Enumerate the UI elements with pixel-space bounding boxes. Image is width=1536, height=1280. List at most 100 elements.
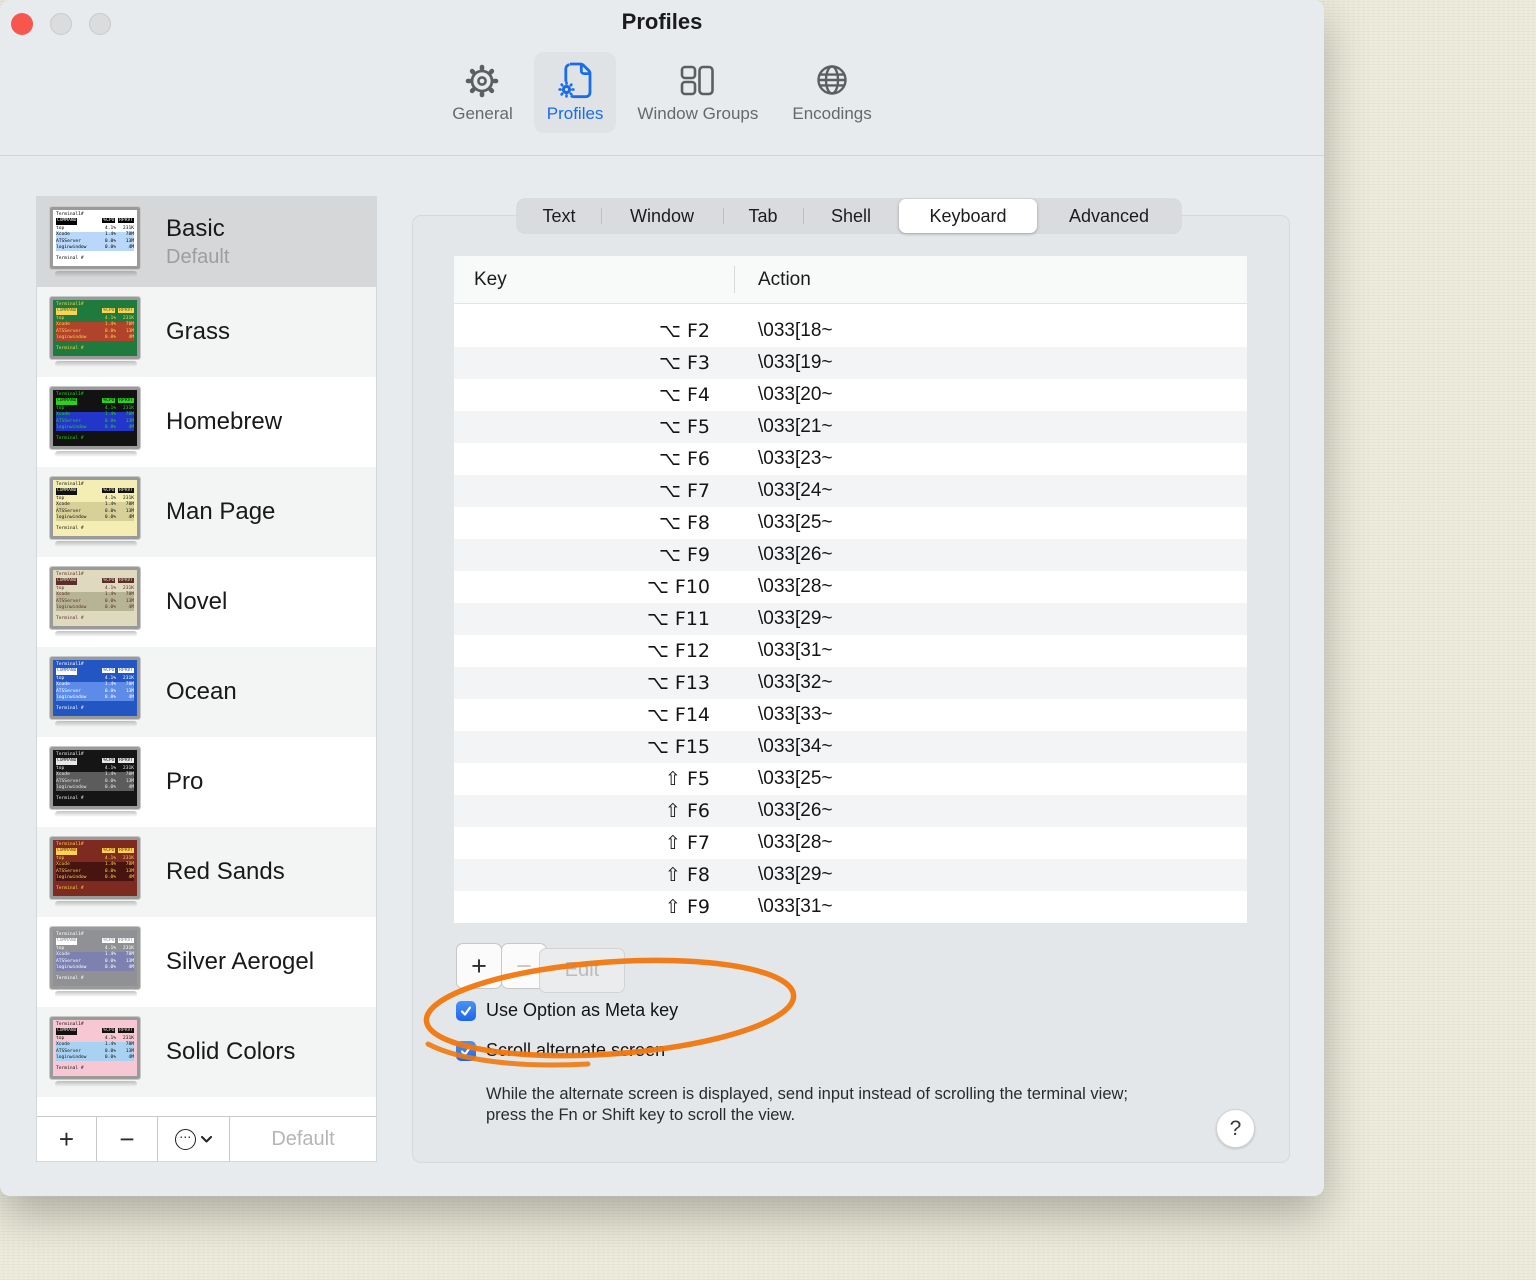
profile-thumbnail: Terminal1# COMMAND %CPU RPRVT top 4.1% 231K Xc…	[49, 296, 142, 367]
column-header-key[interactable]: Key	[454, 269, 507, 291]
toolbar-item-window-groups[interactable]: Window Groups	[624, 52, 771, 133]
action-cell: \033[18~	[758, 320, 833, 341]
profile-list-item[interactable]: Terminal1# COMMAND %CPU RPRVT top 4.1% 231K Xc…	[37, 917, 376, 1007]
action-cell: \033[31~	[758, 896, 833, 917]
table-row[interactable]: ⇧ F8 \033[29~	[454, 859, 1247, 891]
profiles-sidebar: Terminal1# COMMAND %CPU RPRVT top 4.1% 231K Xc…	[36, 196, 377, 1162]
column-divider[interactable]	[734, 266, 735, 293]
tab-window[interactable]: Window	[601, 199, 723, 233]
thumb-footer-text: Terminal #	[56, 346, 84, 352]
profile-list-item[interactable]: Terminal1# COMMAND %CPU RPRVT top 4.1% 231K Xc…	[37, 827, 376, 917]
tab-tab[interactable]: Tab	[723, 199, 803, 233]
thumb-header-chips: %CPU RPRVT	[102, 668, 134, 674]
table-header: Key Action	[454, 256, 1247, 304]
profile-list-item[interactable]: Terminal1# COMMAND %CPU RPRVT top 4.1% 231K Xc…	[37, 647, 376, 737]
table-row[interactable]: ⇧ F7 \033[28~	[454, 827, 1247, 859]
tab-shell[interactable]: Shell	[803, 199, 899, 233]
table-row[interactable]: ⌥ F4 \033[20~	[454, 379, 1247, 411]
thumb-process-row: loginwindow 0.0% 4M	[56, 695, 134, 702]
profile-list-item[interactable]: Terminal1# COMMAND %CPU RPRVT top 4.1% 231K Xc…	[37, 467, 376, 557]
thumb-header-row: COMMAND %CPU RPRVT	[56, 398, 134, 405]
terminal-preview-image: Terminal1# COMMAND %CPU RPRVT top 4.1% 231K Xc…	[49, 206, 141, 270]
thumb-mem-chip: RPRVT	[118, 578, 134, 584]
terminal-preview-image: Terminal1# COMMAND %CPU RPRVT top 4.1% 231K Xc…	[49, 566, 141, 630]
key-cell: ⌥ F7	[659, 480, 710, 502]
action-cell: \033[32~	[758, 672, 833, 693]
table-row[interactable]: ⇧ F5 \033[25~	[454, 763, 1247, 795]
table-row[interactable]: ⌥ F2 \033[18~	[454, 315, 1247, 347]
table-row[interactable]: ⇧ F6 \033[26~	[454, 795, 1247, 827]
thumb-header-row: COMMAND %CPU RPRVT	[56, 308, 134, 315]
profile-name-label: Novel	[166, 588, 228, 615]
table-row[interactable]: ⌥ F13 \033[32~	[454, 667, 1247, 699]
edit-key-binding-button[interactable]: Edit	[539, 948, 625, 993]
toolbar-item-general[interactable]: General	[439, 52, 525, 133]
thumb-header-row: COMMAND %CPU RPRVT	[56, 488, 134, 495]
thumb-command-chip: COMMAND	[56, 398, 78, 405]
table-row[interactable]: ⌥ F12 \033[31~	[454, 635, 1247, 667]
profile-name-label: Solid Colors	[166, 1038, 296, 1065]
table-row[interactable]: ⇧ F9 \033[31~	[454, 891, 1247, 923]
table-row[interactable]: ⌥ F14 \033[33~	[454, 699, 1247, 731]
table-row[interactable]: ⌥ F8 \033[25~	[454, 507, 1247, 539]
profile-list-item[interactable]: Terminal1# COMMAND %CPU RPRVT top 4.1% 231K Xc…	[37, 197, 376, 287]
table-row[interactable]: ⌥ F10 \033[28~	[454, 571, 1247, 603]
gear-icon	[460, 59, 504, 103]
tab-text[interactable]: Text	[517, 199, 601, 233]
thumb-header-row: COMMAND %CPU RPRVT	[56, 668, 134, 675]
thumbnail-reflection	[55, 721, 137, 727]
scroll-alternate-screen-checkbox-row[interactable]: Scroll alternate screen	[456, 1040, 665, 1061]
table-row[interactable]: ⌥ F3 \033[19~	[454, 347, 1247, 379]
checkbox-checked-icon[interactable]	[456, 1040, 476, 1061]
thumb-footer-text: Terminal #	[56, 256, 84, 262]
thumb-cpu-chip: %CPU	[102, 938, 116, 944]
scroll-alternate-screen-label: Scroll alternate screen	[486, 1040, 666, 1060]
add-key-binding-button[interactable]: +	[456, 943, 502, 989]
table-row[interactable]: ⌥ F7 \033[24~	[454, 475, 1247, 507]
checkbox-checked-icon[interactable]	[456, 1000, 476, 1021]
table-row[interactable]: ⌥ F5 \033[21~	[454, 411, 1247, 443]
profile-list-item[interactable]: Terminal1# COMMAND %CPU RPRVT top 4.1% 231K Xc…	[37, 287, 376, 377]
thumb-header-chips: %CPU RPRVT	[102, 308, 134, 314]
column-header-action[interactable]: Action	[758, 269, 811, 291]
use-option-as-meta-key-label: Use Option as Meta key	[486, 1000, 679, 1020]
terminal-preview-image: Terminal1# COMMAND %CPU RPRVT top 4.1% 231K Xc…	[49, 746, 141, 810]
window-groups-icon	[676, 59, 720, 103]
toolbar-item-profiles[interactable]: Profiles	[533, 52, 617, 133]
profile-name-label: Grass	[166, 318, 231, 345]
profile-thumbnail: Terminal1# COMMAND %CPU RPRVT top 4.1% 231K Xc…	[49, 656, 142, 727]
profile-label-group: Solid Colors	[166, 1038, 295, 1066]
profile-label-group: Basic Default	[166, 215, 229, 269]
tab-keyboard[interactable]: Keyboard	[899, 199, 1037, 233]
thumb-mem-chip: RPRVT	[118, 1028, 134, 1034]
thumb-footer-text: Terminal #	[56, 436, 84, 442]
profile-actions-menu-button[interactable]: ⋯	[158, 1117, 230, 1161]
tab-advanced[interactable]: Advanced	[1037, 199, 1181, 233]
terminal-preview-image: Terminal1# COMMAND %CPU RPRVT top 4.1% 231K Xc…	[49, 386, 141, 450]
thumb-command-chip: COMMAND	[56, 488, 78, 495]
key-cell: ⌥ F3	[659, 352, 710, 374]
help-button[interactable]: ?	[1216, 1109, 1255, 1148]
table-row[interactable]: ⌥ F6 \033[23~	[454, 443, 1247, 475]
set-default-button[interactable]: Default	[230, 1117, 376, 1161]
key-cell: ⌥ F8	[659, 512, 710, 534]
table-row[interactable]: ⌥ F15 \033[34~	[454, 731, 1247, 763]
table-row[interactable]: ⌥ F11 \033[29~	[454, 603, 1247, 635]
profile-list-item[interactable]: Terminal1# COMMAND %CPU RPRVT top 4.1% 231K Xc…	[37, 1007, 376, 1097]
table-row[interactable]: ⌥ F9 \033[26~	[454, 539, 1247, 571]
profile-list-item[interactable]: Terminal1# COMMAND %CPU RPRVT top 4.1% 231K Xc…	[37, 377, 376, 467]
thumb-command-chip: COMMAND	[56, 1028, 78, 1035]
thumb-header-chips: %CPU RPRVT	[102, 218, 134, 224]
thumb-command-chip: COMMAND	[56, 218, 78, 225]
key-cell: ⌥ F2	[659, 320, 710, 342]
profile-list-item[interactable]: Terminal1# COMMAND %CPU RPRVT top 4.1% 231K Xc…	[37, 737, 376, 827]
profile-list-item[interactable]: Terminal1# COMMAND %CPU RPRVT top 4.1% 231K Xc…	[37, 557, 376, 647]
use-option-as-meta-key-checkbox-row[interactable]: Use Option as Meta key	[456, 1000, 678, 1021]
profile-settings-panel: Text Window Tab Shell Keyboard Advanced …	[412, 199, 1290, 1163]
thumb-command-chip: COMMAND	[56, 758, 78, 765]
add-profile-button[interactable]: +	[37, 1117, 97, 1161]
thumb-header-row: COMMAND %CPU RPRVT	[56, 848, 134, 855]
key-cell: ⇧ F8	[665, 864, 710, 886]
remove-profile-button[interactable]: −	[97, 1117, 158, 1161]
toolbar-item-encodings[interactable]: Encodings	[779, 52, 884, 133]
